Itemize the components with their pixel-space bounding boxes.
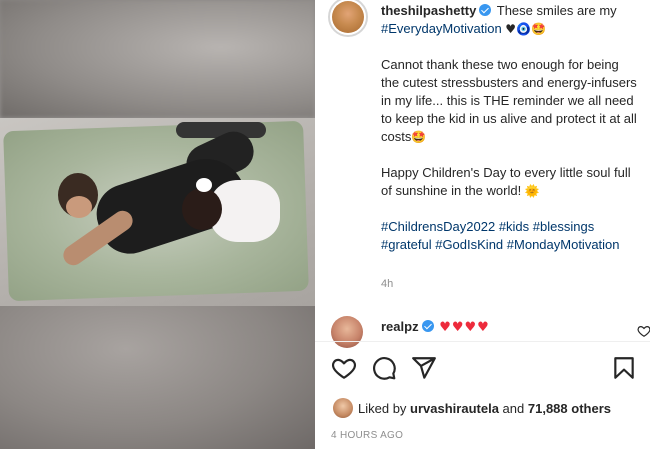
hashtag-link[interactable]: #kids [499,219,529,234]
liked-by-prefix: Liked by [358,401,407,416]
hashtag-link[interactable]: #grateful [381,237,432,252]
star-struck-emoji-icon: 🤩 [531,22,546,36]
hashtag-link[interactable]: #EverydayMotivation [381,21,502,36]
author-avatar-image [332,1,364,33]
comment-like-heart-icon[interactable] [637,324,650,338]
caption-timestamp[interactable]: 4h [381,278,393,290]
post-media[interactable] [0,0,315,449]
commenter-avatar[interactable] [331,316,363,348]
hashtag-link[interactable]: #MondayMotivation [507,237,620,252]
post-caption: theshilpashetty These smiles are my #Eve… [381,2,639,254]
commenter-username[interactable]: realpz [381,319,419,334]
author-username[interactable]: theshilpashetty [381,3,476,18]
photo-boy-face [66,196,92,218]
post-details-panel: theshilpashetty These smiles are my #Eve… [315,0,650,449]
liked-by-summary: Liked by urvashirautela and 71,888 other… [333,398,611,418]
evil-eye-emoji-icon: 🧿 [516,22,532,36]
caption-hashtags: #ChildrensDay2022 #kids #blessings #grat… [381,218,639,254]
likes-count-link[interactable]: 71,888 others [528,401,611,416]
heart-outline-icon[interactable] [331,355,357,381]
media-blur-background-top [0,0,315,118]
section-divider [315,341,650,342]
star-struck-emoji-icon: 🤩 [411,130,427,144]
hashtag-link[interactable]: #ChildrensDay2022 [381,219,495,234]
liked-by-and: and [502,401,525,416]
post-action-bar [315,352,650,384]
hashtag-link[interactable]: #blessings [533,219,594,234]
heart-emoji-icon: ♥ [505,22,517,36]
sun-emoji-icon: 🌞 [524,184,540,198]
author-avatar[interactable] [328,0,368,37]
caption-first-block: theshilpashetty These smiles are my #Eve… [381,2,639,38]
bookmark-icon[interactable] [611,355,637,381]
comment-row: realpz ♥♥♥♥ [331,316,650,348]
share-icon[interactable] [411,355,437,381]
verified-badge-icon [479,4,492,16]
post-timestamp[interactable]: 4 HOURS AGO [331,430,403,441]
caption-paragraph-2-text: Happy Children's Day to every little sou… [381,165,631,198]
caption-paragraph-2: Happy Children's Day to every little sou… [381,164,639,200]
comment-icon[interactable] [371,355,397,381]
media-blur-background-bottom [0,306,315,449]
verified-badge-icon [421,320,434,332]
liker-username[interactable]: urvashirautela [410,401,499,416]
liker-avatar[interactable] [333,398,353,418]
hashtag-link[interactable]: #GodIsKind [435,237,503,252]
caption-intro: These smiles are my [496,3,617,18]
photo-girl-bow [196,178,212,192]
comment-text: ♥♥♥♥ [439,320,490,335]
post-photo[interactable] [0,118,315,306]
comment-content: realpz ♥♥♥♥ [381,319,490,335]
photo-girl-head [182,188,222,230]
caption-paragraph-1: Cannot thank these two enough for being … [381,56,639,146]
